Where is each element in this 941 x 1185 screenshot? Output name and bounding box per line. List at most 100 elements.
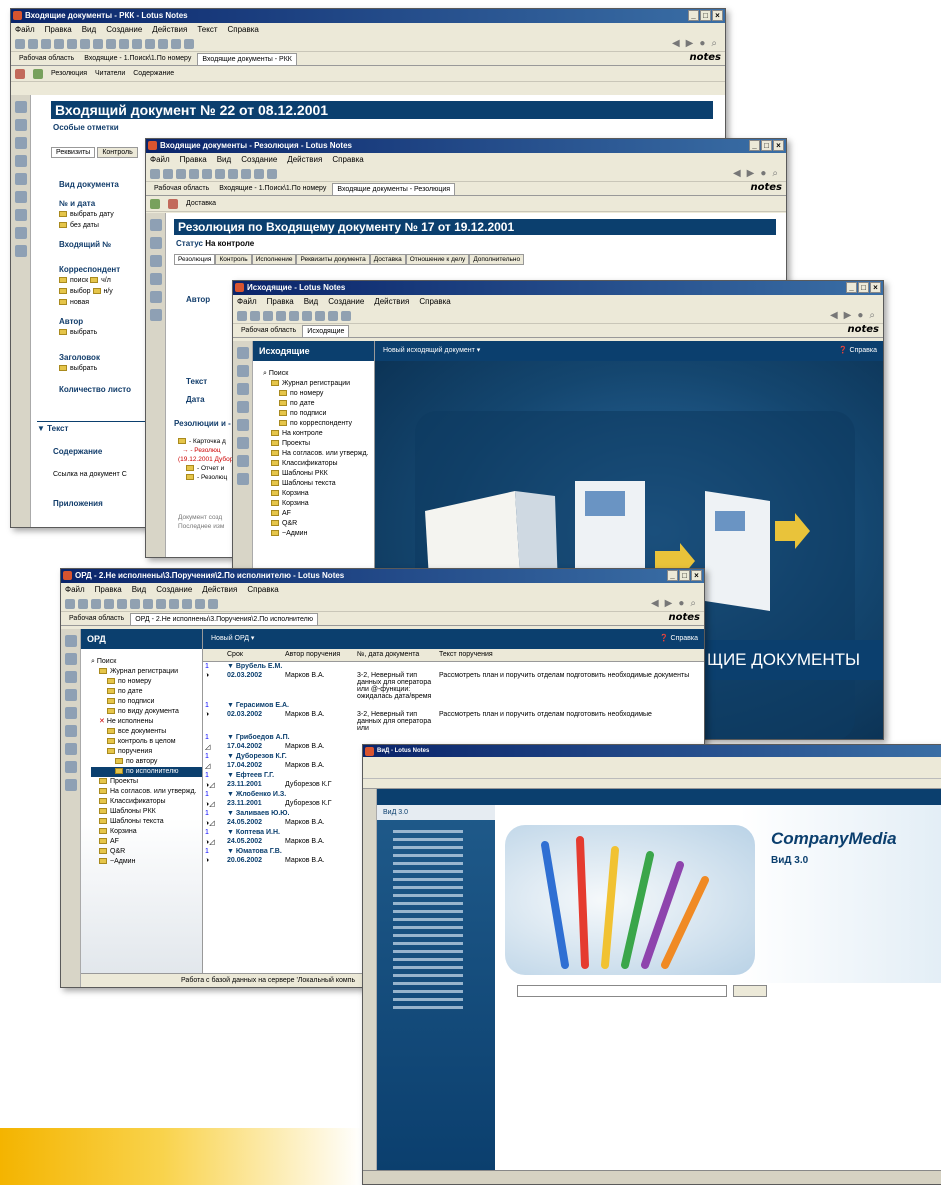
tool-icon[interactable] bbox=[254, 168, 264, 179]
tool-icon[interactable] bbox=[189, 168, 199, 179]
new-button[interactable]: новая bbox=[59, 297, 159, 308]
bookmark-icon[interactable] bbox=[14, 119, 27, 131]
header-choose-button[interactable]: выбрать bbox=[59, 363, 159, 374]
subtab-resolution[interactable]: Резолюция bbox=[174, 254, 216, 265]
bookmark-icon[interactable] bbox=[236, 383, 249, 395]
nav-item[interactable]: Q&R bbox=[91, 847, 202, 857]
pick-date-button[interactable]: выбрать дату bbox=[59, 209, 159, 220]
tool-icon[interactable] bbox=[169, 598, 179, 609]
nav-item[interactable]: Классификаторы bbox=[263, 459, 374, 469]
subtab-execution[interactable]: Исполнение bbox=[251, 254, 297, 265]
search-button[interactable]: поиск bbox=[70, 277, 88, 284]
nav-item[interactable]: Проекты bbox=[91, 777, 202, 787]
tool-icon[interactable] bbox=[106, 38, 116, 49]
search-icon[interactable]: ⌕ bbox=[869, 310, 875, 321]
nav-item-selected[interactable]: по исполнителю bbox=[91, 767, 202, 777]
tab-incoming-resolution[interactable]: Входящие документы - Резолюция bbox=[332, 183, 456, 195]
doc-link[interactable]: Ссылка на документ С bbox=[53, 471, 127, 478]
nav-item[interactable]: Корзина bbox=[263, 499, 374, 509]
bookmark-icon[interactable] bbox=[149, 255, 162, 267]
close-button[interactable]: × bbox=[870, 282, 881, 293]
choose-button[interactable]: выбор bbox=[70, 288, 91, 295]
tool-icon[interactable] bbox=[158, 38, 168, 49]
bookmark-icon[interactable] bbox=[14, 227, 27, 239]
menu-edit[interactable]: Правка bbox=[45, 23, 72, 36]
tool-icon[interactable] bbox=[250, 310, 260, 321]
bookmark-icon[interactable] bbox=[149, 219, 162, 231]
search-icon[interactable]: ⌕ bbox=[711, 38, 717, 49]
tool-icon[interactable] bbox=[15, 38, 25, 49]
search-icon[interactable]: ⌕ bbox=[772, 168, 778, 179]
tab-workspace[interactable]: Рабочая область bbox=[150, 183, 213, 195]
tool-icon[interactable] bbox=[208, 598, 218, 609]
tree-item[interactable]: - Резолюц bbox=[178, 473, 233, 482]
tree-item[interactable]: - Карточка д bbox=[178, 437, 233, 446]
approve-icon[interactable] bbox=[150, 198, 160, 209]
nav-item[interactable]: по виду документа bbox=[91, 707, 202, 717]
stop-icon[interactable]: ● bbox=[760, 168, 766, 179]
tool-icon[interactable] bbox=[93, 38, 103, 49]
author-choose-button[interactable]: выбрать bbox=[59, 327, 159, 338]
tab-incoming-search[interactable]: Входящие - 1.Поиск\1.По номеру bbox=[215, 183, 330, 195]
bookmark-icon[interactable] bbox=[236, 347, 249, 359]
forward-arrow-icon[interactable]: ▶ bbox=[686, 38, 694, 49]
tool-icon[interactable] bbox=[241, 168, 251, 179]
nav-item[interactable]: Шаблоны текста bbox=[91, 817, 202, 827]
minimize-button[interactable]: _ bbox=[688, 10, 699, 21]
group-row[interactable]: 1 ▼ Грибоедов А.П. bbox=[203, 733, 704, 742]
nav-item[interactable]: Журнал регистрации bbox=[91, 667, 202, 677]
nav-item[interactable]: Шаблоны текста bbox=[263, 479, 374, 489]
resolution-button[interactable]: Резолюция bbox=[51, 70, 87, 77]
menu-help[interactable]: Справка bbox=[419, 295, 450, 308]
tool-icon[interactable] bbox=[65, 598, 75, 609]
subtab-control[interactable]: Контроль bbox=[215, 254, 252, 265]
nav-item[interactable]: по дате bbox=[263, 399, 374, 409]
bookmark-icon[interactable] bbox=[64, 635, 77, 647]
bookmark-icon[interactable] bbox=[64, 653, 77, 665]
menu-edit[interactable]: Правка bbox=[95, 583, 122, 596]
back-arrow-icon[interactable]: ◀ bbox=[672, 38, 680, 49]
tool-icon[interactable] bbox=[104, 598, 114, 609]
subtab-additional[interactable]: Дополнительно bbox=[469, 254, 525, 265]
reject-icon[interactable] bbox=[168, 198, 178, 209]
nav-item[interactable]: контроль в целом bbox=[91, 737, 202, 747]
bookmark-icon[interactable] bbox=[14, 155, 27, 167]
tab-incoming-search[interactable]: Входящие - 1.Поиск\1.По номеру bbox=[80, 53, 195, 65]
chl-button[interactable]: ч/л bbox=[101, 277, 111, 284]
nav-item[interactable]: по подписи bbox=[91, 697, 202, 707]
tool-icon[interactable] bbox=[315, 310, 325, 321]
subtab-doc-requisites[interactable]: Реквизиты документа bbox=[296, 254, 370, 265]
bookmark-icon[interactable] bbox=[14, 101, 27, 113]
tool-icon[interactable] bbox=[67, 38, 77, 49]
tool-icon[interactable] bbox=[117, 598, 127, 609]
tool-icon[interactable] bbox=[130, 598, 140, 609]
table-row[interactable]: ◑ 02.03.2002 Марков В.А. 3-2, Неверный тип … bbox=[203, 671, 704, 701]
bookmark-icon[interactable] bbox=[64, 725, 77, 737]
menu-create[interactable]: Создание bbox=[156, 583, 192, 596]
tool-icon[interactable] bbox=[80, 38, 90, 49]
subtab-delivery[interactable]: Доставка bbox=[369, 254, 406, 265]
bookmark-icon[interactable] bbox=[236, 419, 249, 431]
tool-icon[interactable] bbox=[176, 168, 186, 179]
tool-icon[interactable] bbox=[54, 38, 64, 49]
group-row[interactable]: 1 ▼ Врубель Е.М. bbox=[203, 661, 704, 671]
bookmark-icon[interactable] bbox=[14, 245, 27, 257]
tab-incoming-rkk[interactable]: Входящие документы - РКК bbox=[197, 53, 297, 65]
tab-workspace[interactable]: Рабочая область bbox=[237, 325, 300, 337]
no-date-button[interactable]: без даты bbox=[59, 220, 159, 231]
nav-item[interactable]: по номеру bbox=[263, 389, 374, 399]
tool-icon[interactable] bbox=[41, 38, 51, 49]
bookmark-icon[interactable] bbox=[236, 455, 249, 467]
nav-item[interactable]: Журнал регистрации bbox=[263, 379, 374, 389]
nav-item[interactable]: ⌕ Поиск bbox=[91, 657, 202, 667]
tool-icon[interactable] bbox=[143, 598, 153, 609]
nav-item[interactable]: Корзина bbox=[91, 827, 202, 837]
col-deadline[interactable]: Срок bbox=[225, 649, 283, 662]
back-arrow-icon[interactable]: ◀ bbox=[651, 598, 659, 609]
tree-item[interactable]: - Отчет и bbox=[178, 464, 233, 473]
subtab-case-relation[interactable]: Отношение к делу bbox=[405, 254, 470, 265]
tool-icon[interactable] bbox=[163, 168, 173, 179]
tool-icon[interactable] bbox=[276, 310, 286, 321]
bookmark-icon[interactable] bbox=[14, 191, 27, 203]
tool-icon[interactable] bbox=[289, 310, 299, 321]
